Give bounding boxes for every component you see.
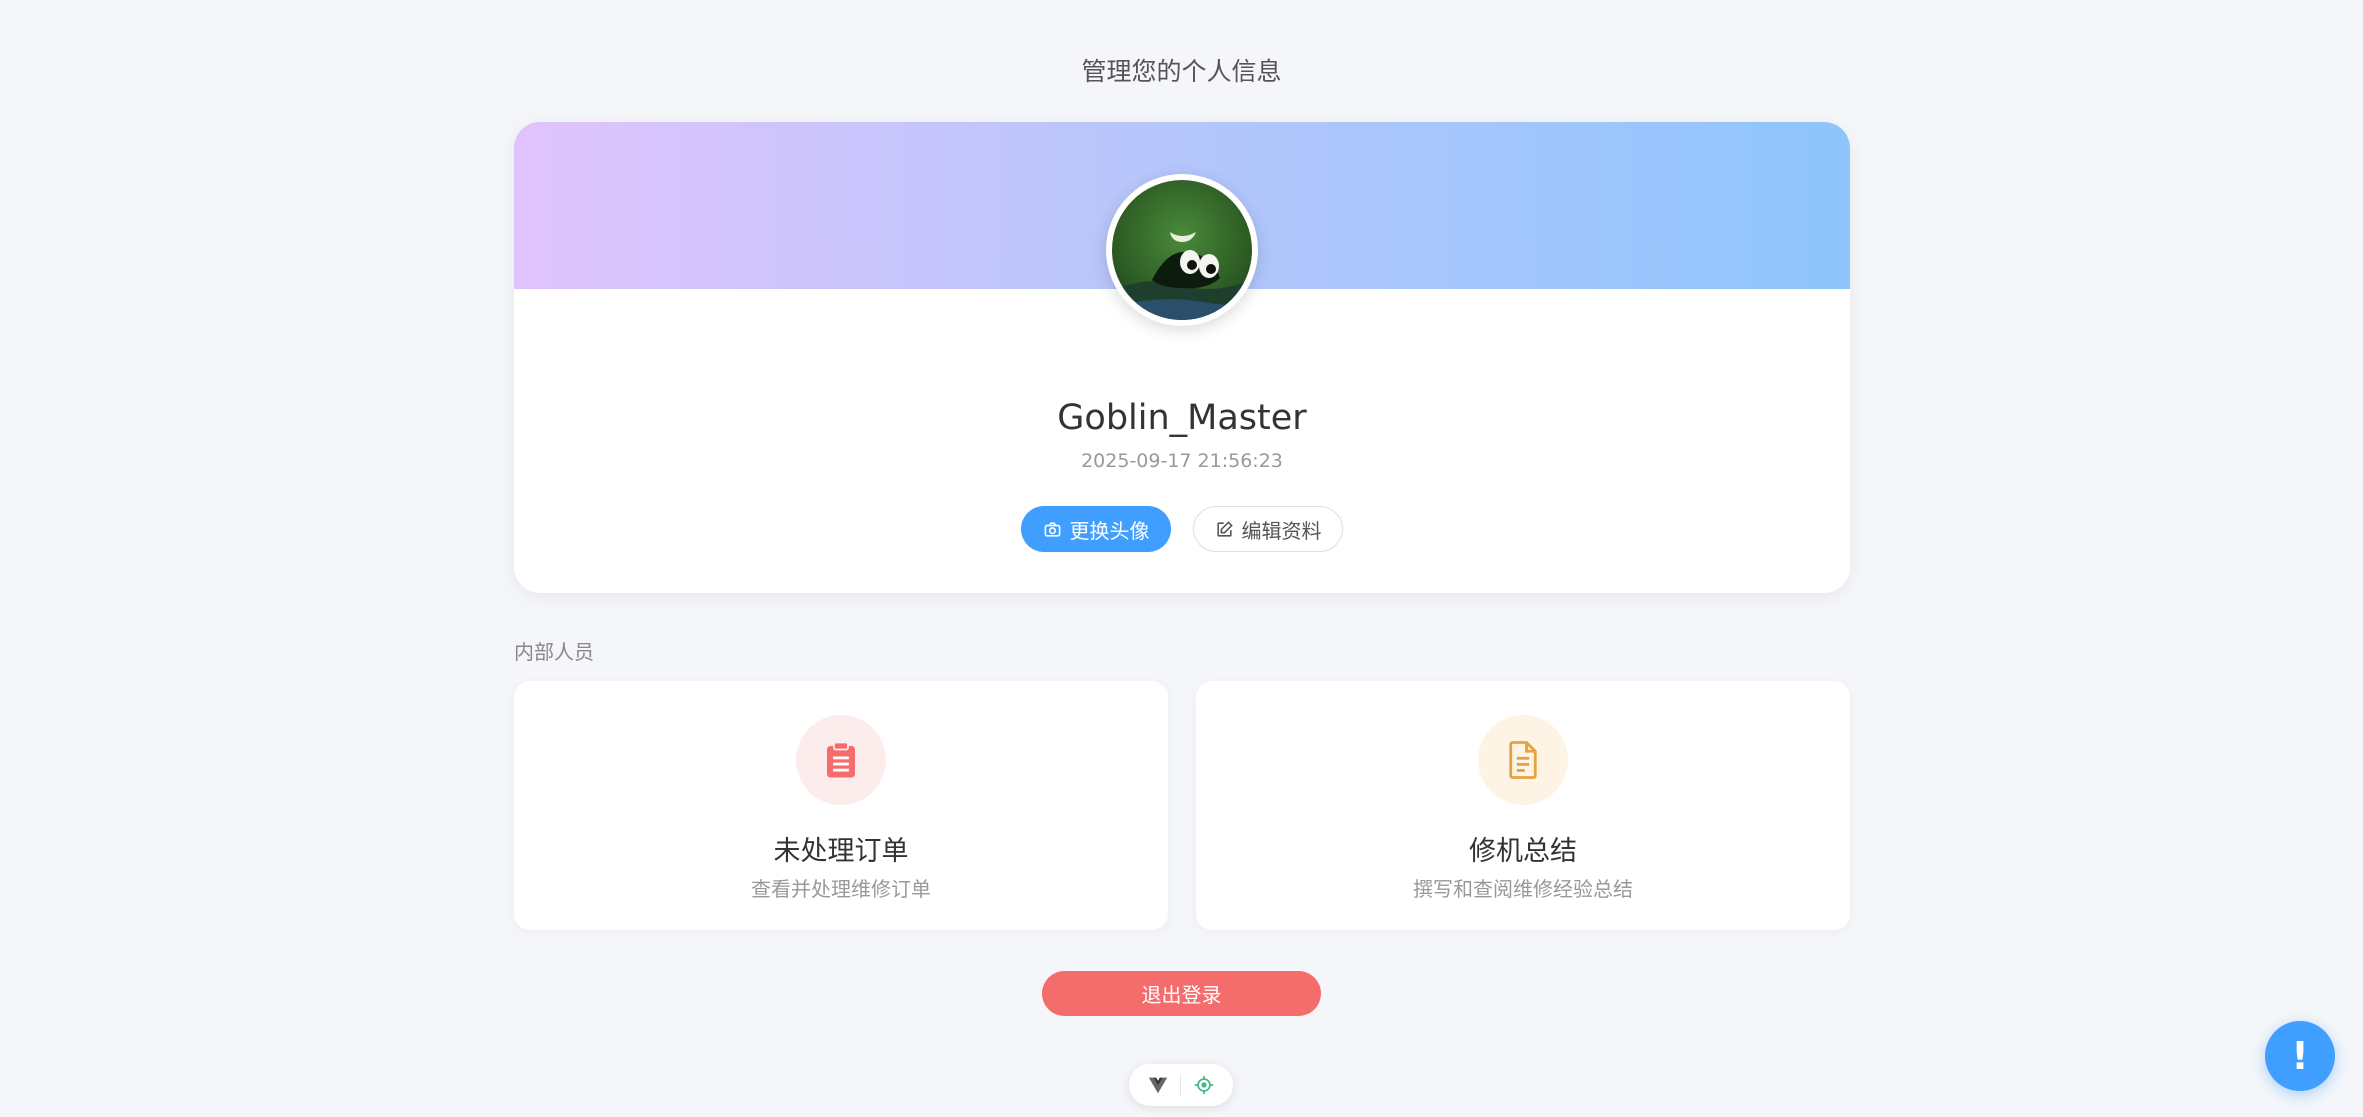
edit-profile-button[interactable]: 编辑资料 [1193,506,1343,552]
vue-logo-icon[interactable] [1147,1074,1169,1096]
change-avatar-button[interactable]: 更换头像 [1021,506,1171,552]
inspector-target-icon[interactable] [1193,1074,1215,1096]
card-desc: 查看并处理维修订单 [751,877,931,901]
help-fab-button[interactable]: ! [2265,1021,2335,1091]
document-icon [1509,741,1537,779]
clipboard-icon-wrap [796,715,886,805]
avatar-image [1112,180,1252,320]
edit-profile-label: 编辑资料 [1241,518,1322,543]
profile-actions: 更换头像 编辑资料 [514,506,1850,552]
logout-button[interactable]: 退出登录 [1042,971,1321,1016]
user-name: Goblin_Master [1057,398,1307,438]
repair-summary-card[interactable]: 修机总结 撰写和查阅维修经验总结 [1196,681,1850,930]
change-avatar-label: 更换头像 [1069,518,1150,543]
document-icon-wrap [1478,715,1568,805]
profile-card: Goblin_Master 2025-09-17 21:56:23 更换头像 编… [514,122,1850,593]
avatar[interactable] [1106,174,1258,326]
card-title: 修机总结 [1469,836,1577,867]
user-timestamp: 2025-09-17 21:56:23 [1081,450,1283,472]
clipboard-icon [827,741,855,778]
edit-icon [1216,520,1233,537]
card-title: 未处理订单 [773,836,909,867]
page-subtitle: 管理您的个人信息 [1081,57,1282,86]
devtools-toolbar [1129,1064,1233,1106]
camera-icon [1044,521,1060,537]
pending-orders-card[interactable]: 未处理订单 查看并处理维修订单 [514,681,1168,930]
card-desc: 撰写和查阅维修经验总结 [1413,877,1633,901]
section-label: 内部人员 [514,640,594,664]
devtools-separator [1180,1075,1182,1095]
